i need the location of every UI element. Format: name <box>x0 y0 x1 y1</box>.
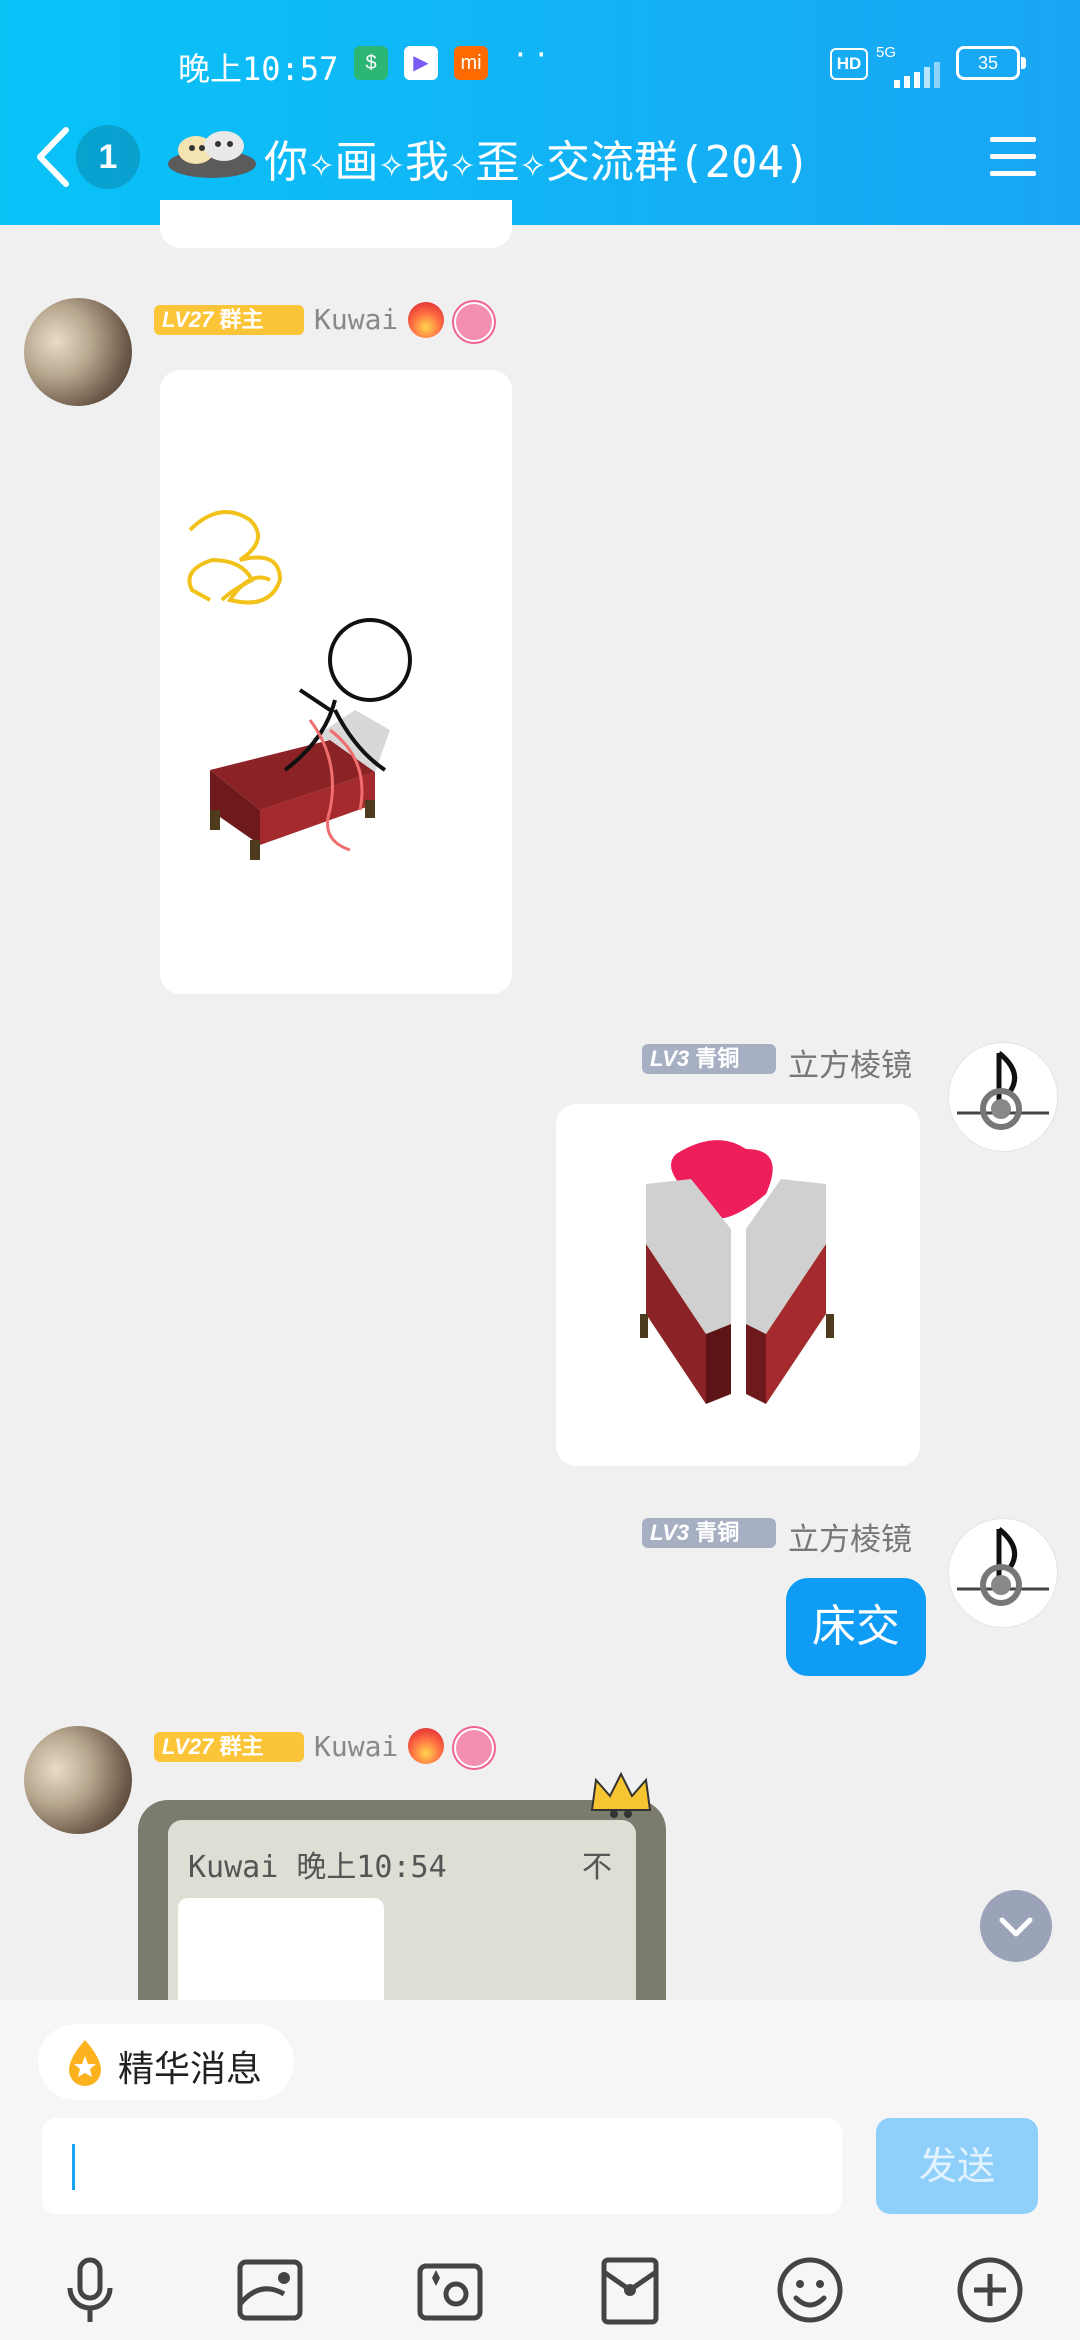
mi-app-icon: mi <box>454 46 488 80</box>
essence-label: 精华消息 <box>118 2049 263 2090</box>
status-bar: 晚上10:57 $ ▶ mi ·· HD 5G 35 <box>0 30 1080 94</box>
image-message[interactable] <box>556 1104 920 1466</box>
avatar[interactable] <box>24 298 132 406</box>
music-note-avatar-icon <box>957 1527 1049 1606</box>
stick-figure-bed-image <box>187 510 412 860</box>
microphone-icon[interactable] <box>50 2250 130 2330</box>
group-avatar-icon <box>168 131 256 178</box>
quote-message-frame[interactable]: Kuwai 晚上10:54 不 <box>138 1771 666 2008</box>
fire-icon <box>408 302 444 338</box>
quote-header: Kuwai 晚上10:54 <box>188 1850 447 1885</box>
level-badge: LV27 群主 <box>154 305 304 335</box>
group-title[interactable]: 你✧画✧我✧歪✧交流群(204) <box>264 126 810 190</box>
unread-count-badge[interactable]: 1 <box>76 125 140 189</box>
essence-icon <box>69 2040 101 2086</box>
text-message-bubble[interactable]: 床交 <box>786 1578 926 1676</box>
network-type: 5G <box>876 44 897 61</box>
quote-content: Kuwai 晚上10:54 不 <box>168 1820 636 2008</box>
menu-icon[interactable] <box>990 137 1036 177</box>
message-input[interactable] <box>42 2118 842 2214</box>
text-cursor <box>72 2144 75 2190</box>
camera-icon[interactable] <box>410 2250 490 2330</box>
plus-icon[interactable] <box>950 2250 1030 2330</box>
fire-icon <box>408 1728 444 1764</box>
sender-name[interactable]: Kuwai <box>314 1730 398 1763</box>
level-badge: LV3 青铜 <box>642 1518 776 1548</box>
signal-icon <box>894 62 940 88</box>
avatar[interactable] <box>948 1518 1058 1628</box>
level-badge: LV27 群主 <box>154 1732 304 1762</box>
app-notification-icon: $ <box>354 46 388 80</box>
battery-icon: 35 <box>956 46 1026 80</box>
level-badge: LV3 青铜 <box>642 1044 776 1074</box>
sender-name[interactable]: Kuwai <box>314 303 398 336</box>
sender-name[interactable]: 立方棱镜 <box>788 1040 912 1085</box>
previous-image-card[interactable] <box>160 200 512 248</box>
quote-pin: 不 <box>582 1850 612 1885</box>
chat-header: 晚上10:57 $ ▶ mi ·· HD 5G 35 1 你✧画✧我✧歪✧交流群… <box>0 0 1080 225</box>
image-icon[interactable] <box>230 2250 310 2330</box>
video-app-icon: ▶ <box>404 46 438 80</box>
smile-emoji-icon <box>454 1728 494 1768</box>
avatar[interactable] <box>24 1726 132 1834</box>
message-text: 床交 <box>812 1601 900 1652</box>
chevron-down-icon <box>999 1917 1033 1937</box>
image-message[interactable] <box>160 370 512 994</box>
emoji-icon[interactable] <box>770 2250 850 2330</box>
hd-icon: HD <box>830 48 868 80</box>
send-button[interactable]: 发送 <box>876 2118 1038 2214</box>
quoted-image[interactable] <box>178 1898 384 2008</box>
essence-messages-button[interactable]: 精华消息 <box>38 2024 294 2100</box>
two-beds-heart-image <box>640 1140 834 1404</box>
avatar[interactable] <box>948 1042 1058 1152</box>
more-notifications-icon: ·· <box>512 38 554 71</box>
red-packet-icon[interactable] <box>590 2250 670 2330</box>
smile-emoji-icon <box>454 302 494 342</box>
crown-icon <box>590 1771 652 1818</box>
scroll-to-bottom-button[interactable] <box>980 1890 1052 1962</box>
sender-name[interactable]: 立方棱镜 <box>788 1514 912 1559</box>
status-time: 晚上10:57 <box>178 50 339 88</box>
back-icon[interactable] <box>30 122 80 192</box>
music-note-avatar-icon <box>957 1051 1049 1130</box>
